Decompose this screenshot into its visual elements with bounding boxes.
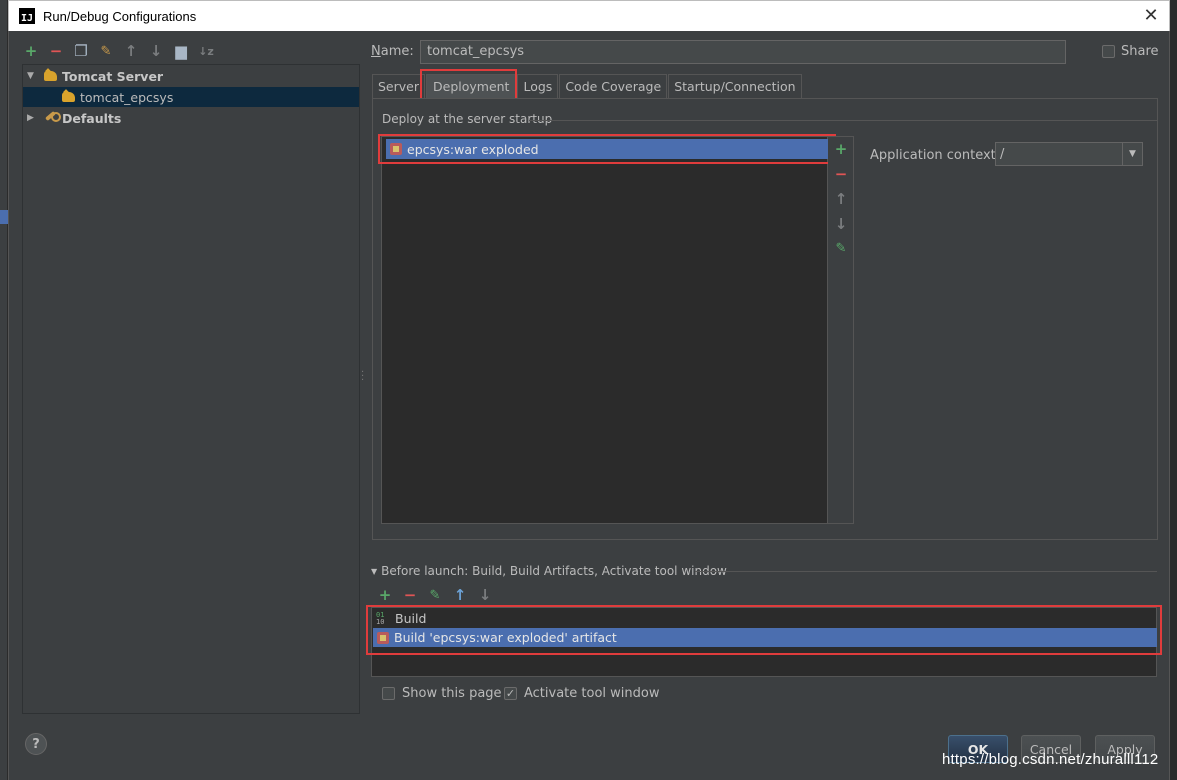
edit-defaults-icon[interactable]: ✎ bbox=[98, 43, 114, 59]
add-artifact-icon[interactable]: + bbox=[833, 141, 849, 157]
section-divider bbox=[529, 120, 1157, 121]
arrow-up-icon[interactable]: ↑ bbox=[123, 43, 139, 59]
ide-selection-mark bbox=[0, 210, 8, 224]
tab-server[interactable]: Server bbox=[372, 74, 425, 98]
intellij-icon: IJ bbox=[19, 8, 35, 24]
close-icon[interactable]: ✕ bbox=[1141, 6, 1161, 26]
remove-artifact-icon[interactable]: − bbox=[833, 166, 849, 182]
tomcat-icon bbox=[61, 90, 77, 104]
before-launch-highlight bbox=[366, 605, 1162, 655]
section-divider bbox=[695, 571, 1157, 572]
share-label: Share bbox=[1121, 44, 1159, 59]
tomcat-icon bbox=[43, 69, 59, 83]
tree-item-defaults[interactable]: ▶ Defaults bbox=[23, 108, 359, 128]
activate-tool-label: Activate tool window bbox=[524, 686, 660, 701]
tree-item-label: Tomcat Server bbox=[62, 68, 164, 84]
show-page-option[interactable]: Show this page bbox=[382, 686, 502, 701]
folder-icon[interactable]: ▆ bbox=[173, 43, 189, 59]
watermark-text: https://blog.csdn.net/zhuralll112 bbox=[942, 751, 1159, 768]
wrench-icon bbox=[43, 111, 61, 125]
remove-task-icon[interactable]: − bbox=[402, 587, 418, 603]
title-bar: IJ Run/Debug Configurations ✕ bbox=[8, 0, 1170, 31]
move-down-icon[interactable]: ↓ bbox=[833, 216, 849, 232]
remove-icon[interactable]: − bbox=[48, 43, 64, 59]
tree-item-tomcat-epcsys[interactable]: tomcat_epcsys bbox=[23, 87, 359, 107]
add-task-icon[interactable]: + bbox=[377, 587, 393, 603]
before-launch-header[interactable]: ▼ Before launch: Build, Build Artifacts,… bbox=[371, 564, 727, 578]
add-icon[interactable]: + bbox=[23, 43, 39, 59]
tree-item-tomcat-server[interactable]: ▼ Tomcat Server bbox=[23, 66, 359, 86]
config-toolbar: + − ❐ ✎ ↑ ↓ ▆ ↓z bbox=[23, 41, 214, 61]
show-page-label: Show this page bbox=[402, 686, 502, 701]
tab-logs[interactable]: Logs bbox=[517, 74, 559, 98]
tree-item-label: tomcat_epcsys bbox=[80, 89, 174, 105]
collapse-arrow-icon: ▼ bbox=[371, 566, 378, 576]
tab-code-coverage[interactable]: Code Coverage bbox=[559, 74, 668, 98]
arrow-down-icon[interactable]: ↓ bbox=[148, 43, 164, 59]
name-label: Name: bbox=[371, 44, 414, 59]
tab-deployment[interactable]: Deployment bbox=[426, 74, 517, 98]
artifact-list: epcsys:war exploded bbox=[381, 136, 829, 524]
move-up-icon[interactable]: ↑ bbox=[833, 191, 849, 207]
move-up-icon[interactable]: ↑ bbox=[452, 587, 468, 603]
activate-tool-checkbox[interactable]: ✓ bbox=[504, 687, 517, 700]
app-context-combo[interactable]: / ▼ bbox=[995, 142, 1143, 166]
splitter-handle[interactable]: · · · bbox=[361, 368, 365, 387]
edit-artifact-icon[interactable]: ✎ bbox=[833, 240, 849, 256]
tree-item-label: Defaults bbox=[62, 110, 122, 126]
before-launch-title: Before launch: Build, Build Artifacts, A… bbox=[381, 564, 727, 578]
help-icon[interactable]: ? bbox=[25, 733, 47, 755]
chevron-down-icon[interactable]: ▼ bbox=[1122, 143, 1142, 165]
edit-task-icon[interactable]: ✎ bbox=[427, 587, 443, 603]
sort-icon[interactable]: ↓z bbox=[198, 43, 214, 59]
config-tree: ▼ Tomcat Server tomcat_epcsys ▶ Defaults bbox=[22, 64, 360, 714]
move-down-icon[interactable]: ↓ bbox=[477, 587, 493, 603]
share-checkbox[interactable] bbox=[1102, 45, 1115, 58]
ide-background-strip bbox=[0, 0, 8, 780]
app-context-label: Application context: bbox=[870, 148, 1001, 163]
activate-tool-option[interactable]: ✓ Activate tool window bbox=[504, 686, 659, 701]
config-tabs: Server Deployment Logs Code Coverage Sta… bbox=[372, 74, 803, 98]
collapse-arrow-icon[interactable]: ▶ bbox=[27, 113, 37, 123]
tab-startup-connection[interactable]: Startup/Connection bbox=[668, 74, 802, 98]
share-checkbox-row[interactable]: Share bbox=[1102, 44, 1159, 59]
artifact-toolbar: + − ↑ ↓ ✎ bbox=[828, 136, 854, 524]
app-context-value: / bbox=[1000, 146, 1005, 162]
run-debug-dialog: + − ❐ ✎ ↑ ↓ ▆ ↓z ▼ Tomcat Server tomcat_… bbox=[8, 31, 1170, 780]
show-page-checkbox[interactable] bbox=[382, 687, 395, 700]
window-title: Run/Debug Configurations bbox=[43, 8, 197, 24]
expand-arrow-icon[interactable]: ▼ bbox=[27, 71, 37, 81]
artifact-highlight bbox=[378, 134, 836, 164]
name-input[interactable]: tomcat_epcsys bbox=[420, 40, 1066, 64]
deploy-section-title: Deploy at the server startup bbox=[380, 112, 555, 126]
copy-icon[interactable]: ❐ bbox=[73, 43, 89, 59]
before-launch-toolbar: + − ✎ ↑ ↓ bbox=[377, 587, 493, 603]
